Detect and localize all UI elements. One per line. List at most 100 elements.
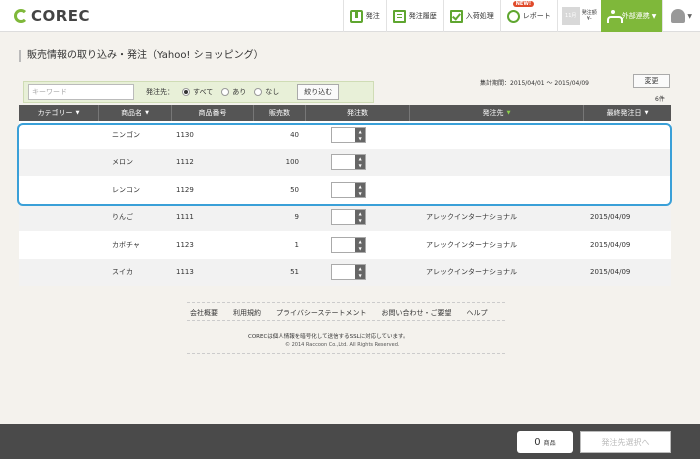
narrow-button[interactable]: 絞り込む	[297, 84, 340, 100]
footer-link-help[interactable]: ヘルプ	[467, 308, 488, 318]
month-tile: 11月	[561, 7, 580, 25]
sort-down-icon: ▼	[75, 110, 80, 116]
footer-link-privacy[interactable]: プライバシーステートメント	[276, 308, 367, 318]
receive-check-icon	[449, 9, 463, 23]
copyright: © 2014 Raccoon Co.,Ltd. All Rights Reser…	[285, 342, 400, 348]
th-name-label: 商品名	[121, 109, 143, 117]
result-count: 6件	[655, 96, 665, 103]
cell-number: 1123	[176, 240, 194, 249]
order-icon	[349, 9, 363, 23]
qty-stepper[interactable]: ▲ ▼	[331, 236, 366, 253]
radio-yes[interactable]: あり	[221, 87, 246, 97]
cell-last: 2015/04/09	[590, 268, 631, 277]
nav-report[interactable]: NEW! レポート	[499, 0, 557, 32]
radio-yes-label: あり	[232, 88, 247, 96]
footer-links: 会社概要 利用規約 プライバシーステートメント お問い合わせ・ご要望 ヘルプ	[190, 308, 503, 318]
new-badge: NEW!	[512, 1, 535, 7]
th-sold[interactable]: 販売数	[254, 105, 306, 121]
history-icon	[392, 9, 406, 23]
nav-receive[interactable]: 入荷処理	[442, 0, 500, 32]
nav-history-label: 発注履歴	[408, 12, 437, 20]
external-link-button[interactable]: 外部連携 ▼	[600, 0, 663, 32]
table-row: りんご 1111 9 ▲ ▼ アレックインターナショナル 2015/04/09	[19, 203, 671, 231]
th-number[interactable]: 商品番号	[172, 105, 254, 121]
cart-count-box: 0 商品	[517, 431, 573, 453]
th-dest[interactable]: 発注先 ▼	[410, 105, 584, 121]
logo-text: COREC	[31, 6, 91, 25]
spinner-icon[interactable]: ▲ ▼	[355, 237, 365, 252]
radio-no-dot[interactable]	[254, 88, 263, 96]
cell-dest: アレックインターナショナル	[426, 240, 517, 249]
radio-yes-dot[interactable]	[221, 88, 230, 96]
order-amount-box[interactable]: 11月 発注額 ¥-	[556, 0, 601, 32]
radio-all-label: すべて	[193, 88, 214, 96]
table-header: カテゴリー ▼ 商品名 ▼ 商品番号 販売数 発注数 発注先 ▼ 最終発注日 ▼	[19, 105, 671, 121]
footer-link-terms[interactable]: 利用規約	[233, 308, 261, 318]
change-button[interactable]: 変更	[633, 74, 670, 88]
order-amount-value: ¥-	[586, 16, 592, 22]
footer-link-company[interactable]: 会社概要	[190, 308, 218, 318]
radio-no-label: なし	[265, 88, 280, 96]
qty-input[interactable]	[332, 265, 355, 279]
corec-logo[interactable]: COREC	[14, 0, 90, 32]
cell-qty: ▲ ▼	[306, 236, 410, 253]
logo-mark-icon	[14, 8, 28, 23]
sort-down-icon: ▼	[506, 110, 511, 116]
qty-input[interactable]	[332, 210, 355, 224]
footer-divider	[187, 302, 505, 303]
th-category-label: カテゴリー	[37, 109, 73, 117]
nav-order[interactable]: 発注	[342, 0, 386, 32]
th-dest-label: 発注先	[482, 109, 504, 117]
qty-stepper[interactable]: ▲ ▼	[331, 209, 366, 226]
nav-order-history[interactable]: 発注履歴	[385, 0, 443, 32]
th-last-label: 最終発注日	[606, 109, 642, 117]
radio-no[interactable]: なし	[254, 87, 279, 97]
top-header: COREC 発注 発注履歴 入荷処理 NEW! レポート 11月 発注額 ¥-	[0, 0, 700, 32]
destination-label: 発注先：	[146, 88, 174, 96]
filter-bar: 発注先： すべて あり なし 絞り込む	[23, 81, 374, 103]
table-row: スイカ 1113 51 ▲ ▼ アレックインターナショナル 2015/04/09	[19, 258, 671, 286]
nav-order-label: 発注	[365, 12, 380, 20]
cell-sold: 9	[294, 213, 299, 222]
nav-report-label: レポート	[522, 12, 551, 20]
cart-unit: 商品	[543, 439, 556, 447]
page-title: 販売情報の取り込み・発注（Yahoo! ショッピング）	[19, 50, 264, 62]
user-icon	[671, 9, 686, 23]
radio-all[interactable]: すべて	[182, 87, 213, 97]
qty-input[interactable]	[332, 238, 355, 252]
cell-qty: ▲ ▼	[306, 209, 410, 226]
main-nav: 発注 発注履歴 入荷処理 NEW! レポート 11月 発注額 ¥- 外部連携 ▼	[342, 0, 700, 32]
th-qty-label: 発注数	[347, 109, 368, 117]
user-menu-button[interactable]: ▼	[662, 0, 700, 32]
cell-name: カボチャ	[112, 240, 140, 249]
spinner-icon[interactable]: ▲ ▼	[355, 265, 365, 280]
cell-last: 2015/04/09	[590, 240, 631, 249]
table-row: カボチャ 1123 1 ▲ ▼ アレックインターナショナル 2015/04/09	[19, 231, 671, 259]
th-last[interactable]: 最終発注日 ▼	[584, 105, 671, 121]
cell-number: 1111	[176, 213, 194, 222]
cell-dest: アレックインターナショナル	[426, 213, 517, 222]
nav-receive-label: 入荷処理	[465, 12, 494, 20]
cell-sold: 1	[294, 240, 299, 249]
qty-stepper[interactable]: ▲ ▼	[331, 264, 366, 281]
cell-name: りんご	[112, 213, 133, 222]
radio-all-dot[interactable]	[182, 88, 190, 96]
cart-count: 0	[534, 436, 541, 448]
cell-number: 1113	[176, 268, 194, 277]
th-category[interactable]: カテゴリー ▼	[19, 105, 99, 121]
sort-down-icon: ▼	[145, 110, 149, 116]
external-label: 外部連携	[621, 12, 650, 20]
select-supplier-button[interactable]: 発注先選択へ	[580, 431, 671, 453]
keyword-input[interactable]	[28, 84, 134, 100]
network-icon	[606, 10, 623, 23]
footer-link-contact[interactable]: お問い合わせ・ご要望	[382, 308, 452, 318]
th-qty: 発注数	[306, 105, 410, 121]
footer-divider	[187, 320, 505, 321]
footer-divider	[187, 353, 505, 354]
cell-qty: ▲ ▼	[306, 264, 410, 281]
cell-name: スイカ	[112, 268, 133, 277]
highlight-frame	[17, 123, 672, 206]
th-name[interactable]: 商品名 ▼	[99, 105, 172, 121]
spinner-icon[interactable]: ▲ ▼	[355, 210, 365, 225]
cell-sold: 51	[290, 268, 299, 277]
